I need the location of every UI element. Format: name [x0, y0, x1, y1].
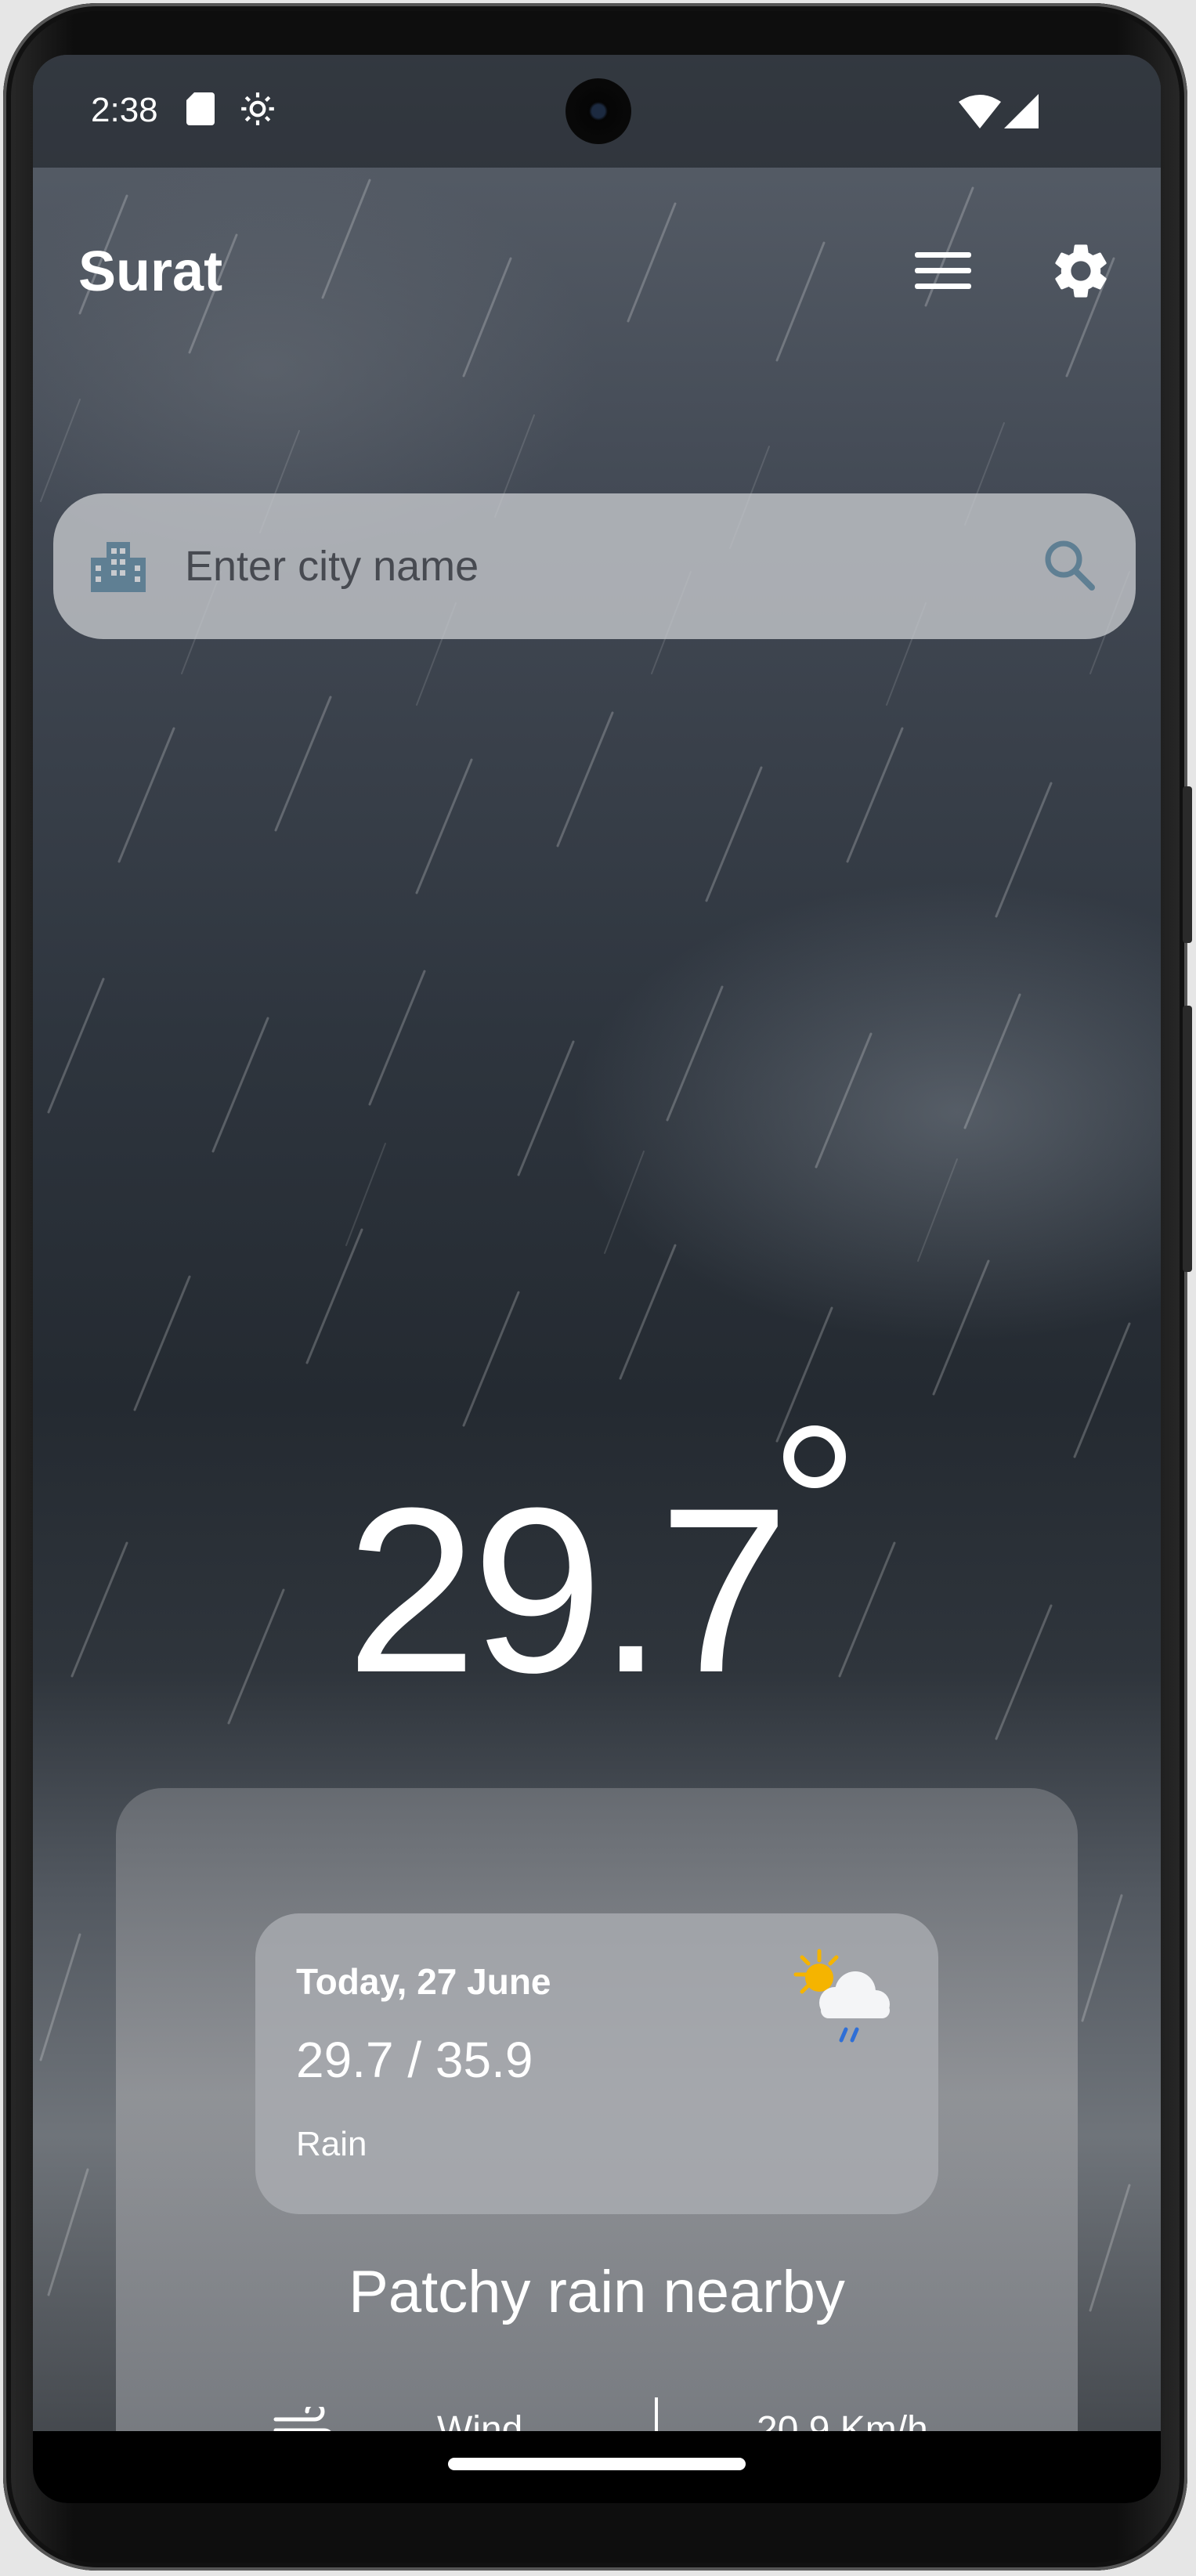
forecast-condition: Rain	[296, 2125, 367, 2163]
condition-title: Patchy rain nearby	[349, 2259, 845, 2325]
search-input[interactable]	[183, 534, 970, 598]
navigation-bar	[33, 2431, 1161, 2503]
home-gesture-pill[interactable]	[448, 2458, 746, 2470]
current-temperature: 29.7	[346, 1425, 847, 1770]
app-screen: 2:38 Surat Enter city name 29.7 Today, 2…	[33, 55, 1161, 2503]
city-icon	[91, 542, 146, 596]
degree-symbol	[783, 1425, 846, 1488]
sun-cloud-rain-icon	[786, 1948, 896, 2054]
gear-icon	[238, 89, 277, 132]
forecast-temp-range: 29.7 / 35.9	[296, 2032, 533, 2088]
front-camera	[565, 78, 631, 144]
weather-details-panel: Today, 27 June 29.7 / 35.9 Rain Patchy r…	[116, 1788, 1078, 2503]
search-bar[interactable]	[53, 493, 1136, 639]
city-title: Surat	[78, 240, 223, 303]
sd-card-icon	[186, 91, 215, 129]
signal-icon	[1004, 94, 1039, 132]
power-button	[1183, 786, 1192, 943]
menu-icon[interactable]	[915, 252, 971, 294]
wifi-icon	[959, 94, 1001, 132]
status-bar: 2:38	[33, 55, 1161, 168]
forecast-date: Today, 27 June	[296, 1961, 551, 2002]
today-forecast-card[interactable]: Today, 27 June 29.7 / 35.9 Rain	[255, 1913, 938, 2214]
settings-icon[interactable]	[1048, 238, 1114, 308]
temperature-value: 29.7	[346, 1458, 790, 1722]
volume-button	[1183, 1006, 1192, 1272]
status-time: 2:38	[91, 91, 158, 129]
search-icon[interactable]	[1042, 537, 1097, 596]
